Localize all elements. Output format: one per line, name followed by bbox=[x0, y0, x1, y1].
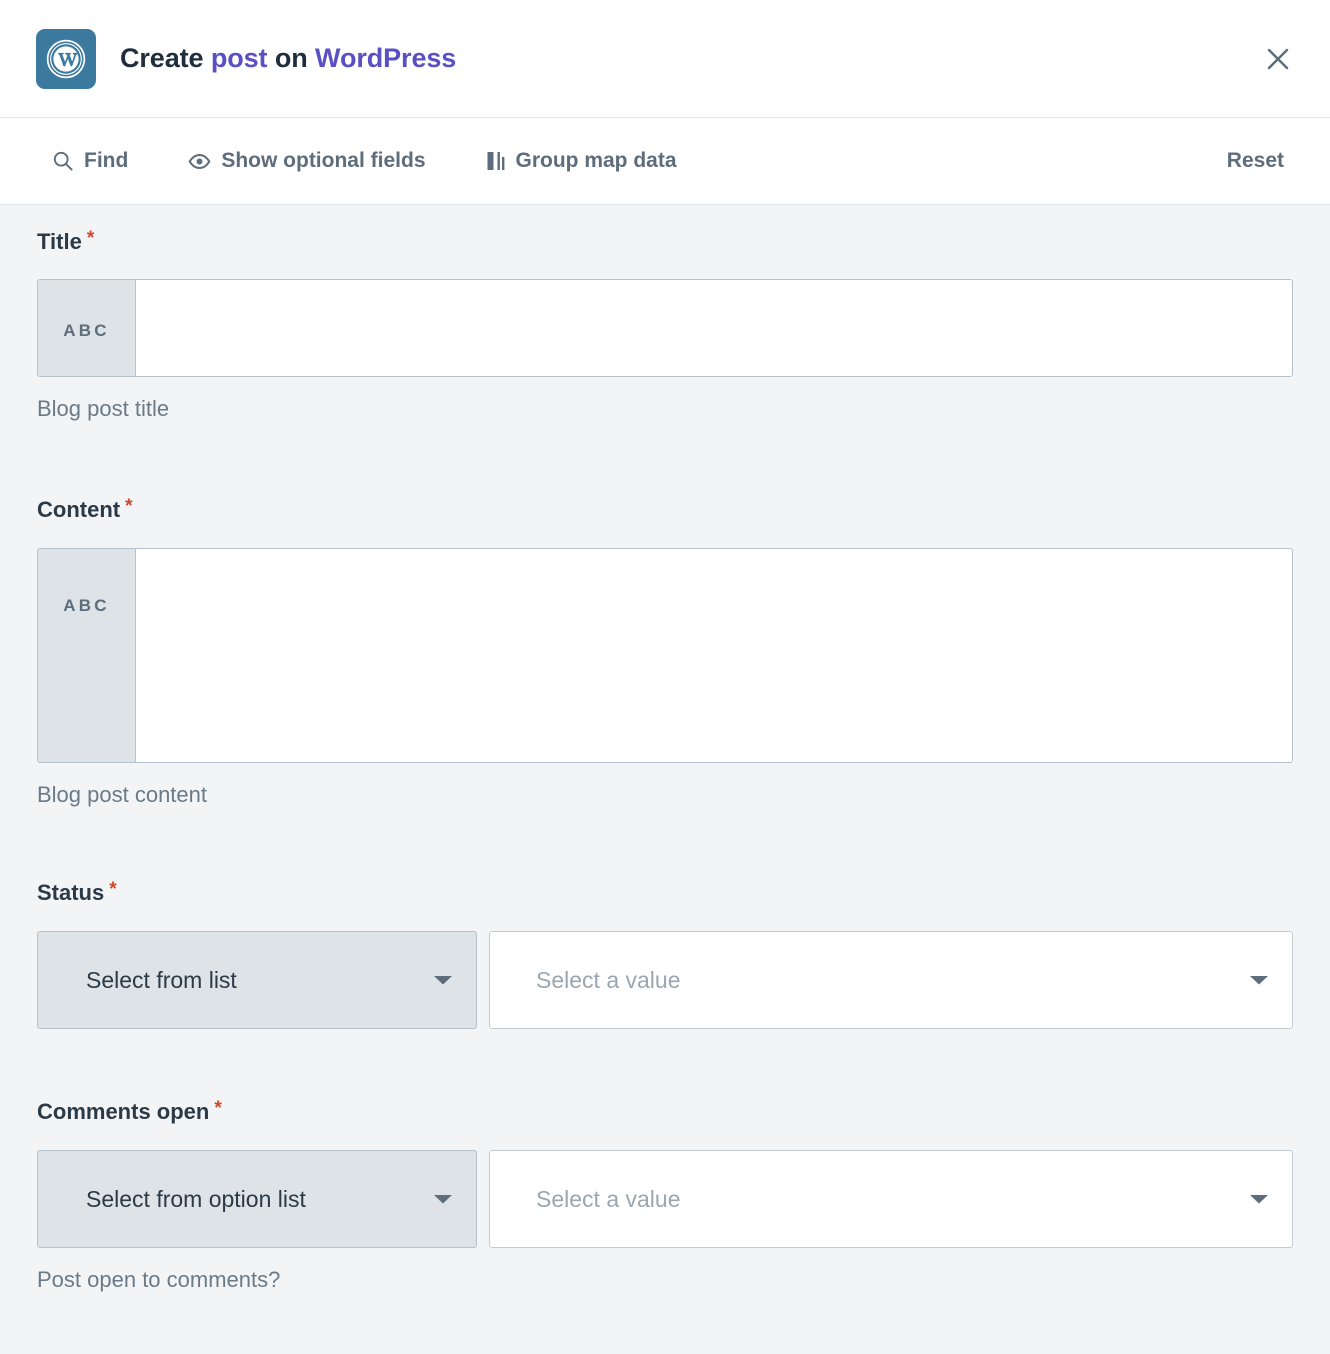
field-label-status: Status * bbox=[37, 882, 1293, 904]
required-indicator: * bbox=[125, 497, 132, 516]
title-input[interactable] bbox=[136, 280, 1292, 376]
page-title: Create post on WordPress bbox=[120, 43, 456, 74]
field-status: Status * Select from list Select a value bbox=[37, 808, 1293, 1029]
title-prefix: Create bbox=[120, 43, 211, 73]
bar-chart-icon bbox=[486, 150, 506, 172]
comments-open-select-row: Select from option list Select a value bbox=[37, 1150, 1293, 1248]
close-icon bbox=[1263, 44, 1293, 74]
content-type-badge: ABC bbox=[38, 549, 136, 762]
title-middle: on bbox=[267, 43, 315, 73]
group-map-data-label: Group map data bbox=[516, 149, 677, 173]
title-help-text: Blog post title bbox=[37, 396, 1293, 422]
required-indicator: * bbox=[109, 880, 116, 899]
comments-open-mode-select[interactable]: Select from option list bbox=[37, 1150, 477, 1248]
field-content: Content * ABC Blog post content bbox=[37, 422, 1293, 808]
title-app: WordPress bbox=[315, 43, 456, 73]
form-toolbar: Find Show optional fields Group map data… bbox=[0, 118, 1330, 205]
chevron-down-icon bbox=[432, 973, 454, 987]
comments-open-value-select[interactable]: Select a value bbox=[489, 1150, 1293, 1248]
field-comments-open: Comments open * Select from option list … bbox=[37, 1029, 1293, 1293]
find-button[interactable]: Find bbox=[52, 149, 128, 173]
title-object: post bbox=[211, 43, 268, 73]
wordpress-logo-icon bbox=[36, 29, 96, 89]
title-type-badge: ABC bbox=[38, 280, 136, 376]
content-input[interactable] bbox=[136, 549, 1292, 762]
status-select-row: Select from list Select a value bbox=[37, 931, 1293, 1029]
field-label-content: Content * bbox=[37, 499, 1293, 521]
label-text: Title bbox=[37, 231, 82, 253]
required-indicator: * bbox=[87, 229, 94, 248]
field-title: Title * ABC Blog post title bbox=[37, 205, 1293, 422]
reset-button[interactable]: Reset bbox=[1227, 149, 1294, 173]
field-label-comments-open: Comments open * bbox=[37, 1101, 1293, 1123]
search-icon bbox=[52, 150, 74, 172]
eye-icon bbox=[188, 150, 211, 173]
comments-open-help-text: Post open to comments? bbox=[37, 1267, 1293, 1293]
status-mode-select[interactable]: Select from list bbox=[37, 931, 477, 1029]
label-text: Status bbox=[37, 882, 104, 904]
title-input-shell[interactable]: ABC bbox=[37, 279, 1293, 377]
comments-open-value-placeholder: Select a value bbox=[536, 1186, 680, 1213]
status-value-placeholder: Select a value bbox=[536, 967, 680, 994]
show-optional-fields-button[interactable]: Show optional fields bbox=[188, 149, 425, 173]
comments-open-mode-label: Select from option list bbox=[86, 1186, 306, 1213]
group-map-data-button[interactable]: Group map data bbox=[486, 149, 677, 173]
close-button[interactable] bbox=[1256, 37, 1300, 81]
chevron-down-icon bbox=[1248, 1192, 1270, 1206]
label-text: Comments open bbox=[37, 1101, 209, 1123]
label-text: Content bbox=[37, 499, 120, 521]
status-value-select[interactable]: Select a value bbox=[489, 931, 1293, 1029]
field-label-title: Title * bbox=[37, 231, 1293, 253]
modal-header: Create post on WordPress bbox=[0, 0, 1330, 118]
required-indicator: * bbox=[214, 1099, 221, 1118]
chevron-down-icon bbox=[432, 1192, 454, 1206]
content-input-shell[interactable]: ABC bbox=[37, 548, 1293, 763]
form-body: Title * ABC Blog post title Content * AB… bbox=[0, 205, 1330, 1293]
chevron-down-icon bbox=[1248, 973, 1270, 987]
show-optional-fields-label: Show optional fields bbox=[221, 149, 425, 173]
content-help-text: Blog post content bbox=[37, 782, 1293, 808]
find-label: Find bbox=[84, 149, 128, 173]
status-mode-label: Select from list bbox=[86, 967, 237, 994]
